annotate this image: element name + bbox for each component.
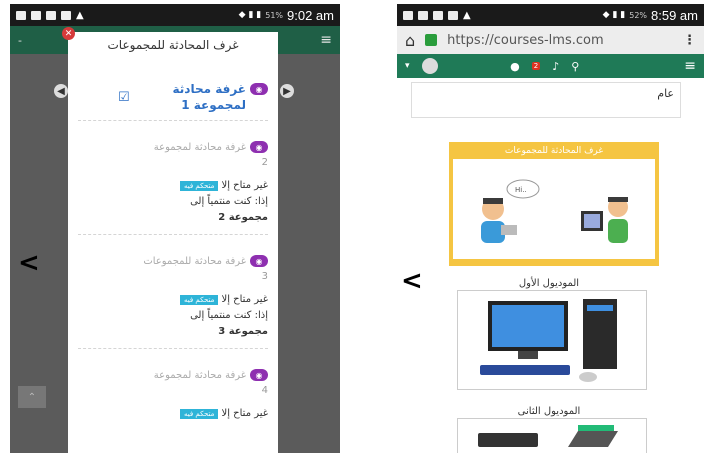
list-item: ◉ غرفة محادثة للمجموعات 3 غير متاح إلا م…: [78, 249, 268, 349]
browser-url-bar: ⌂ https://courses-lms.com ⋮: [397, 26, 704, 54]
battery-level: 51%: [265, 10, 284, 20]
search-icon[interactable]: ⚲: [571, 60, 579, 73]
screen-left: - ≡ ◀ ▶ < ⌃ ✕ غرف المحادثة للمجموعات ◉ غ…: [10, 26, 340, 453]
general-section: عام: [411, 82, 681, 118]
tile-title: غرف المحادثة للمجموعات: [504, 146, 604, 156]
condition-text: إذا: كنت منتمياً إلى: [190, 310, 268, 321]
chat-room-label: غرفة محادثة لمجموعة: [153, 141, 246, 153]
group-chat-dialog: غرف المحادثة للمجموعات ◉ غرفة محادثة لمج…: [68, 32, 278, 453]
condition-text: إذا: كنت منتمياً إلى: [190, 196, 268, 207]
controlled-badge: متحكم فيه: [179, 181, 219, 191]
checkbox-icon[interactable]: ☑: [118, 90, 130, 105]
url-text[interactable]: https://courses-lms.com: [447, 33, 673, 48]
restriction: غير متاح إلا متحكم فيه إذا: كنت منتمياً …: [78, 292, 268, 340]
app-bar: ▾ ● 2 ♪ ⚲ ≡: [397, 54, 704, 78]
group-chat-tile[interactable]: غرف المحادثة للمجموعات Hi..: [449, 142, 659, 266]
module-2-title[interactable]: الموديول الثانى: [449, 406, 649, 417]
lock-icon: [425, 34, 438, 46]
bell-icon[interactable]: ♪: [552, 60, 559, 73]
scroll-up-button[interactable]: ⌃: [18, 386, 46, 408]
notification-badge: 2: [531, 62, 541, 70]
back-arrow-icon[interactable]: <: [18, 248, 40, 278]
chat-room-link[interactable]: غرفة محادثة: [173, 82, 247, 96]
list-item: ◉ غرفة محادثة لمجموعة 4 غير متاح إلا متح…: [78, 363, 268, 430]
controlled-badge: متحكم فيه: [179, 409, 219, 419]
list-item[interactable]: ◉ غرفة محادثة لمجموعة 1 ☑: [78, 76, 268, 121]
phone-right: ▲ ◆ ▮ ▮ 52% 8:59 am ⌂ https://courses-lm…: [397, 4, 704, 453]
module-1-title[interactable]: الموديول الأول: [449, 278, 649, 289]
controlled-badge: متحكم فيه: [179, 295, 219, 305]
status-bar: ▲ ◆ ▮ ▮ 51% 9:02 am: [10, 4, 340, 26]
list-item: ◉ غرفة محادثة لمجموعة 2 غير متاح إلا متح…: [78, 135, 268, 235]
back-arrow-icon[interactable]: <: [401, 266, 423, 296]
chat-illustration: Hi..: [453, 159, 655, 259]
chat-icon[interactable]: ●: [510, 60, 520, 73]
unavailable-text: غير متاح إلا: [221, 408, 268, 419]
chat-room-label: غرفة محادثة لمجموعة: [153, 369, 246, 381]
restriction: غير متاح إلا متحكم فيه إذا: كنت منتمياً …: [78, 178, 268, 226]
module-1-image[interactable]: [457, 290, 647, 390]
status-bar: ▲ ◆ ▮ ▮ 52% 8:59 am: [397, 4, 704, 26]
general-label: عام: [657, 87, 674, 100]
next-circle-icon[interactable]: ▶: [280, 84, 294, 98]
module-2-image[interactable]: [457, 418, 647, 453]
prev-circle-icon[interactable]: ◀: [54, 84, 68, 98]
chat-icon: ◉: [250, 83, 268, 95]
group-name: مجموعة 3: [218, 326, 268, 337]
unavailable-text: غير متاح إلا: [221, 294, 268, 305]
item-number: 4: [261, 385, 268, 396]
menu-icon[interactable]: ≡: [320, 32, 332, 48]
chat-icon: ◉: [250, 369, 268, 381]
unavailable-text: غير متاح إلا: [221, 180, 268, 191]
phone-left: ▲ ◆ ▮ ▮ 51% 9:02 am - ≡ ◀ ▶ < ⌃ ✕ غرف ال…: [10, 4, 340, 453]
restriction: غير متاح إلا متحكم فيه: [78, 406, 268, 422]
item-number: 2: [261, 157, 268, 168]
home-icon[interactable]: ⌂: [405, 31, 415, 50]
screen-right: ⌂ https://courses-lms.com ⋮ ▾ ● 2 ♪ ⚲ ≡ …: [397, 26, 704, 453]
chat-icon: ◉: [250, 255, 268, 267]
avatar[interactable]: [421, 58, 438, 74]
dialog-title: غرف المحادثة للمجموعات: [107, 38, 239, 52]
item-number: 3: [261, 271, 268, 282]
chat-room-link-line2[interactable]: لمجموعة 1: [78, 98, 268, 112]
chat-room-label: غرفة محادثة للمجموعات: [143, 255, 246, 267]
close-icon[interactable]: ✕: [62, 27, 75, 40]
chat-icon: ◉: [250, 141, 268, 153]
menu-icon[interactable]: ≡: [684, 58, 696, 74]
battery-level: 52%: [629, 10, 648, 20]
more-icon[interactable]: ⋮: [683, 33, 696, 48]
clock: 8:59 am: [651, 7, 698, 23]
group-name: مجموعة 2: [218, 212, 268, 223]
svg-text:Hi..: Hi..: [515, 186, 527, 194]
clock: 9:02 am: [287, 7, 334, 23]
